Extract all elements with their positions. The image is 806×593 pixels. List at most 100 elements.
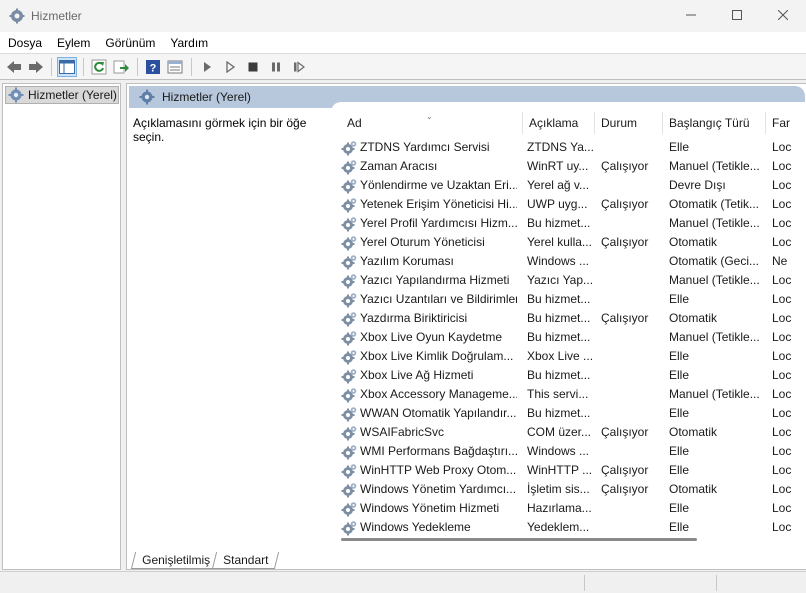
column-header-name[interactable]: Ad	[341, 112, 523, 134]
table-row[interactable]: Yazdırma Biriktiricisi Bu hizmet... Çalışı…	[331, 309, 806, 328]
table-row[interactable]: Xbox Live Kimlik Doğrulam... Xbox Live ..…	[331, 347, 806, 366]
cell-name: WWAN Otomatik Yapılandır...	[341, 404, 517, 423]
cell-description: Xbox Live ...	[527, 349, 593, 363]
console-tree: Hizmetler (Yerel)	[2, 83, 121, 570]
table-row[interactable]: Yönlendirme ve Uzaktan Eri... Yerel ağ v.…	[331, 176, 806, 195]
column-header-startup-type[interactable]: Başlangıç Türü	[663, 112, 766, 134]
back-button[interactable]	[4, 57, 24, 77]
resume-service-button[interactable]	[289, 57, 309, 77]
cell-logon: Ne	[772, 254, 788, 268]
stop-service-button[interactable]	[243, 57, 263, 77]
cell-name: Windows Yönetim Yardımcı...	[341, 480, 517, 499]
table-row[interactable]: Yetenek Erişim Yöneticisi Hi... UWP uyg..…	[331, 195, 806, 214]
cell-logon: Loc	[772, 444, 792, 458]
cell-status	[601, 290, 663, 309]
maximize-button[interactable]	[714, 0, 760, 30]
cell-logon: Loc	[772, 368, 792, 382]
service-name: Windows Yönetim Hizmeti	[360, 501, 500, 515]
cell-name: Yazıcı Yapılandırma Hizmeti	[341, 271, 517, 290]
cell-startup-type: Elle	[669, 368, 690, 382]
cell-status	[601, 176, 663, 195]
service-name: Yetenek Erişim Yöneticisi Hi...	[360, 197, 517, 211]
pause-service-button[interactable]	[266, 57, 286, 77]
cell-description: İşletim sis...	[527, 482, 590, 496]
cell-logon: Loc	[772, 330, 792, 344]
tab-extended[interactable]: Genişletilmiş	[130, 552, 222, 569]
service-name: Yönlendirme ve Uzaktan Eri...	[360, 178, 517, 192]
forward-icon	[29, 61, 43, 73]
service-gear-icon	[341, 463, 357, 478]
minimize-button[interactable]	[668, 0, 714, 30]
help-button[interactable]: ?	[143, 57, 163, 77]
service-gear-icon	[341, 197, 357, 212]
column-header-status[interactable]: Durum	[595, 112, 663, 134]
cell-status: Çalışıyor	[601, 482, 649, 496]
cell-description: Yerel kulla...	[527, 235, 592, 249]
tab-standard[interactable]: Standart	[211, 552, 280, 569]
show-hide-tree-button[interactable]	[57, 57, 77, 77]
service-gear-icon	[341, 444, 357, 459]
show-hide-tree-icon	[59, 60, 75, 74]
close-button[interactable]	[760, 0, 806, 30]
table-row[interactable]: Xbox Accessory Manageme... This servi... M…	[331, 385, 806, 404]
table-row[interactable]: Xbox Live Ağ Hizmeti Bu hizmet... Elle Loc	[331, 366, 806, 385]
cell-status: Çalışıyor	[601, 463, 649, 477]
menu-file[interactable]: Dosya	[0, 36, 49, 50]
table-row[interactable]: Zaman Aracısı WinRT uy... Çalışıyor Manuel …	[331, 157, 806, 176]
properties-button[interactable]	[165, 57, 185, 77]
cell-logon: Loc	[772, 501, 792, 515]
start-service-button[interactable]	[197, 57, 217, 77]
cell-logon: Loc	[772, 349, 792, 363]
table-row[interactable]: WMI Performans Bağdaştırı... Windows ... E…	[331, 442, 806, 461]
table-row[interactable]: Windows Yönetim Yardımcı... İşletim sis..…	[331, 480, 806, 499]
service-gear-icon	[341, 235, 357, 250]
cell-description: This servi...	[527, 387, 589, 401]
cell-name: Yerel Oturum Yöneticisi	[341, 233, 517, 252]
tree-item-services-local[interactable]: Hizmetler (Yerel)	[5, 86, 119, 104]
cell-name: WinHTTP Web Proxy Otom...	[341, 461, 517, 480]
forward-button[interactable]	[26, 57, 46, 77]
cell-logon: Loc	[772, 159, 792, 173]
service-gear-icon	[341, 311, 357, 326]
table-row[interactable]: Yerel Oturum Yöneticisi Yerel kulla... Çal…	[331, 233, 806, 252]
service-gear-icon	[341, 368, 357, 383]
table-row[interactable]: ZTDNS Yardımcı Servisi ZTDNS Ya... Elle Loc	[331, 138, 806, 157]
cell-logon: Loc	[772, 197, 792, 211]
cell-description: Bu hizmet...	[527, 330, 591, 344]
table-row[interactable]: Yazıcı Uzantıları ve Bildirimleri Bu hizm…	[331, 290, 806, 309]
table-row[interactable]: WSAIFabricSvc COM üzer... Çalışıyor Otomati…	[331, 423, 806, 442]
table-row[interactable]: WWAN Otomatik Yapılandır... Bu hizmet... E…	[331, 404, 806, 423]
cell-logon: Loc	[772, 235, 792, 249]
table-row[interactable]: Yazılım Koruması Windows ... Otomatik (Gec…	[331, 252, 806, 271]
table-row[interactable]: Windows Yedekleme Yedeklem... Elle Loc	[331, 518, 806, 537]
cell-startup-type: Elle	[669, 501, 690, 515]
cell-name: Yazılım Koruması	[341, 252, 517, 271]
back-icon	[7, 61, 21, 73]
cell-name: Yetenek Erişim Yöneticisi Hi...	[341, 195, 517, 214]
cell-description: COM üzer...	[527, 425, 592, 439]
service-name: WMI Performans Bağdaştırı...	[360, 444, 517, 458]
service-gear-icon	[341, 501, 357, 516]
refresh-button[interactable]	[89, 57, 109, 77]
start-service-alt-button[interactable]	[220, 57, 240, 77]
column-header-logon[interactable]: Far	[766, 112, 806, 134]
cell-logon: Loc	[772, 273, 792, 287]
table-row[interactable]: WinHTTP Web Proxy Otom... WinHTTP ... Çalı…	[331, 461, 806, 480]
table-row[interactable]: Yerel Profil Yardımcısı Hizm... Bu hizmet…	[331, 214, 806, 233]
cell-status	[601, 404, 663, 423]
cell-startup-type: Manuel (Tetikle...	[669, 387, 760, 401]
menu-view[interactable]: Görünüm	[97, 36, 162, 50]
menu-action[interactable]: Eylem	[49, 36, 97, 50]
cell-description: Windows ...	[527, 444, 590, 458]
table-row[interactable]: Xbox Live Oyun Kaydetme Bu hizmet... Manue…	[331, 328, 806, 347]
cell-name: Yazıcı Uzantıları ve Bildirimleri	[341, 290, 517, 309]
service-gear-icon	[341, 387, 357, 402]
menu-help[interactable]: Yardım	[162, 36, 215, 50]
horizontal-scrollbar[interactable]	[341, 538, 697, 541]
column-header-description[interactable]: Açıklama	[523, 112, 595, 134]
table-row[interactable]: Yazıcı Yapılandırma Hizmeti Yazıcı Yap...…	[331, 271, 806, 290]
cell-status	[601, 366, 663, 385]
export-list-button[interactable]	[111, 57, 131, 77]
table-row[interactable]: Windows Yönetim Hizmeti Hazırlama... Elle L…	[331, 499, 806, 518]
service-gear-icon	[341, 159, 357, 174]
